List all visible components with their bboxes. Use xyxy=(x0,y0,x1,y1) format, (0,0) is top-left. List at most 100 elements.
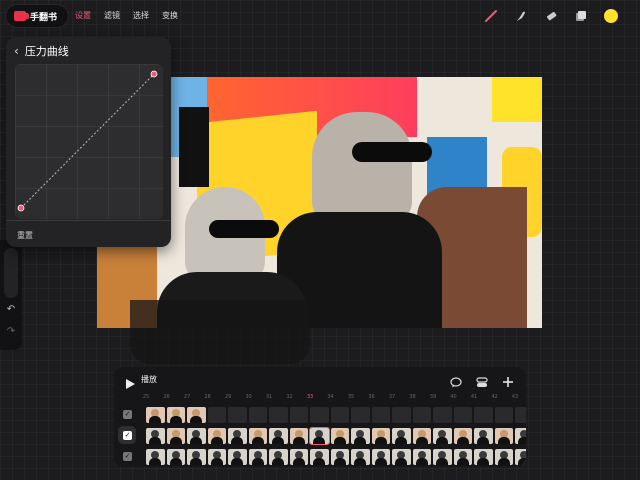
frame-cell[interactable] xyxy=(474,407,493,423)
frame-number[interactable]: 27 xyxy=(177,394,197,400)
frame-cell[interactable] xyxy=(371,428,390,444)
frame-cell[interactable] xyxy=(412,449,431,465)
curve-editor[interactable] xyxy=(15,64,163,219)
frame-number[interactable]: 39 xyxy=(423,394,443,400)
frame-cell[interactable] xyxy=(515,428,526,444)
frame-cell[interactable] xyxy=(166,407,185,423)
frame-cell[interactable] xyxy=(187,428,206,444)
frame-cell[interactable] xyxy=(207,449,226,465)
frame-cell[interactable] xyxy=(228,407,247,423)
menu-select[interactable]: 选择 xyxy=(133,10,149,21)
track-2-checkbox[interactable]: ✓ xyxy=(123,431,132,440)
frame-cell[interactable] xyxy=(248,428,267,444)
frame-number[interactable]: 34 xyxy=(321,394,341,400)
frame-cell[interactable] xyxy=(494,407,513,423)
frame-cell[interactable] xyxy=(371,449,390,465)
frame-cell[interactable] xyxy=(309,427,330,445)
layers-icon[interactable] xyxy=(572,7,590,25)
frame-number[interactable]: 31 xyxy=(259,394,279,400)
frame-cell[interactable] xyxy=(515,449,526,465)
frame-cell[interactable] xyxy=(310,407,329,423)
frame-cell[interactable] xyxy=(515,407,526,423)
frame-cell[interactable] xyxy=(187,407,206,423)
frame-cell[interactable] xyxy=(351,449,370,465)
frame-cell[interactable] xyxy=(494,428,513,444)
frame-number[interactable]: 42 xyxy=(485,394,505,400)
frame-cell[interactable] xyxy=(351,428,370,444)
app-menu-button[interactable]: 手翻书 xyxy=(6,5,68,27)
track-3-checkbox[interactable]: ✓ xyxy=(123,452,132,461)
frame-cell[interactable] xyxy=(207,428,226,444)
add-frame-icon[interactable] xyxy=(502,373,514,392)
menu-filters[interactable]: 滤镜 xyxy=(104,10,120,21)
play-button-label[interactable]: 播放 xyxy=(141,374,157,385)
frame-number[interactable]: 43 xyxy=(505,394,525,400)
frame-number[interactable]: 25 xyxy=(136,394,156,400)
frame-cell[interactable] xyxy=(269,428,288,444)
frame-number[interactable]: 37 xyxy=(382,394,402,400)
frame-cell[interactable] xyxy=(310,449,329,465)
frame-cell[interactable] xyxy=(494,449,513,465)
frame-cell[interactable] xyxy=(330,428,349,444)
comment-icon[interactable] xyxy=(450,373,462,392)
track-1-checkbox[interactable]: ✓ xyxy=(123,410,132,419)
redo-icon[interactable]: ↷ xyxy=(4,326,18,340)
layers-stack-icon[interactable] xyxy=(476,373,488,392)
frame-number[interactable]: 26 xyxy=(157,394,177,400)
frame-cell[interactable] xyxy=(269,407,288,423)
menu-transform[interactable]: 变换 xyxy=(162,10,178,21)
frame-cell[interactable] xyxy=(228,449,247,465)
frame-cell[interactable] xyxy=(289,428,308,444)
frame-cell[interactable] xyxy=(228,428,247,444)
menu-settings[interactable]: 设置 xyxy=(75,10,91,21)
frame-number[interactable]: 33 xyxy=(300,394,320,400)
frame-number[interactable]: 38 xyxy=(403,394,423,400)
frame-cell[interactable] xyxy=(453,428,472,444)
frame-cell[interactable] xyxy=(433,428,452,444)
frame-ruler[interactable]: 25 26 27 28 29 30 31 32 33 34 35 36 37 38 39 40 41 42 43 xyxy=(114,394,526,404)
frame-cell[interactable] xyxy=(412,407,431,423)
smudge-icon[interactable] xyxy=(512,7,530,25)
frame-number[interactable]: 36 xyxy=(362,394,382,400)
reset-button[interactable]: 重置 xyxy=(17,230,33,241)
brush-icon[interactable] xyxy=(482,7,500,25)
frame-cell[interactable] xyxy=(289,407,308,423)
undo-icon[interactable]: ↶ xyxy=(4,304,18,318)
frame-cell[interactable] xyxy=(146,407,165,423)
frame-number[interactable]: 32 xyxy=(280,394,300,400)
frame-number[interactable]: 28 xyxy=(198,394,218,400)
frame-cell[interactable] xyxy=(453,449,472,465)
frame-number[interactable]: 40 xyxy=(444,394,464,400)
frame-cell[interactable] xyxy=(453,407,472,423)
frame-cell[interactable] xyxy=(392,428,411,444)
frame-cell[interactable] xyxy=(166,428,185,444)
frame-number[interactable]: 41 xyxy=(464,394,484,400)
back-chevron-icon[interactable]: ‹ xyxy=(14,44,19,58)
frame-number[interactable]: 35 xyxy=(341,394,361,400)
frame-number[interactable]: 29 xyxy=(218,394,238,400)
frame-cell[interactable] xyxy=(330,407,349,423)
color-picker-button[interactable] xyxy=(602,7,620,25)
frame-cell[interactable] xyxy=(433,407,452,423)
frame-cell[interactable] xyxy=(474,428,493,444)
frame-cell[interactable] xyxy=(248,449,267,465)
frame-number[interactable]: 30 xyxy=(239,394,259,400)
frame-cell[interactable] xyxy=(330,449,349,465)
frame-cell[interactable] xyxy=(412,428,431,444)
frame-cell[interactable] xyxy=(187,449,206,465)
frame-cell[interactable] xyxy=(392,407,411,423)
eraser-icon[interactable] xyxy=(542,7,560,25)
frame-cell[interactable] xyxy=(207,407,226,423)
frame-cell[interactable] xyxy=(146,449,165,465)
frame-cell[interactable] xyxy=(433,449,452,465)
play-icon[interactable] xyxy=(125,374,135,393)
frame-cell[interactable] xyxy=(351,407,370,423)
brush-size-slider[interactable] xyxy=(4,248,18,298)
frame-cell[interactable] xyxy=(371,407,390,423)
frame-cell[interactable] xyxy=(289,449,308,465)
frame-cell[interactable] xyxy=(146,428,165,444)
frame-cell[interactable] xyxy=(248,407,267,423)
frame-cell[interactable] xyxy=(474,449,493,465)
frame-cell[interactable] xyxy=(269,449,288,465)
frame-cell[interactable] xyxy=(392,449,411,465)
